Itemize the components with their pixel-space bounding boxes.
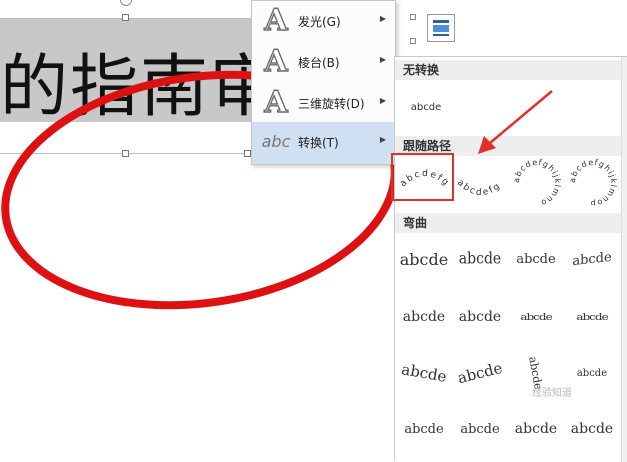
menu-item-bevel[interactable]: A 棱台(B) ▶ bbox=[252, 42, 395, 83]
svg-text:abcdefghijklmno: abcdefghijklmno bbox=[512, 158, 562, 205]
path-sample-icon: abcdefghijklmnop bbox=[568, 158, 618, 208]
warp-deflate[interactable]: abcde bbox=[565, 405, 619, 453]
red-arrow-annotation bbox=[478, 90, 553, 154]
abc-transform-icon: abc bbox=[261, 132, 291, 151]
warp-arch-up[interactable]: abcde bbox=[397, 349, 451, 397]
warp-sample-label: abcde bbox=[570, 421, 614, 437]
gallery-scrollbar[interactable] bbox=[621, 57, 627, 462]
path-button[interactable]: abcdefghijklmnop bbox=[565, 155, 619, 208]
warp-wave-1[interactable]: abcde bbox=[397, 405, 451, 453]
warp-plain[interactable]: abcde bbox=[397, 235, 451, 283]
warp-sample-label: abcde bbox=[404, 421, 444, 437]
section-no-transform: 无转换 bbox=[395, 60, 622, 80]
path-arch-down[interactable]: abcdefg bbox=[453, 157, 507, 205]
warp-sample-label: abcde bbox=[576, 311, 608, 323]
menu-item-glow[interactable]: A 发光(G) ▶ bbox=[252, 1, 395, 42]
menu-item-label: 三维旋转(D) bbox=[298, 97, 365, 111]
path-sample-icon: abcdefghijklmno bbox=[512, 158, 562, 208]
warp-sample-label: abcde bbox=[516, 251, 556, 267]
warp-button[interactable]: abcde bbox=[565, 349, 619, 397]
menu-item-label: 棱台(B) bbox=[298, 56, 340, 70]
warp-chevron-down[interactable]: abcde bbox=[453, 293, 507, 341]
warp-inflate[interactable]: abcde bbox=[509, 405, 563, 453]
warp-sample-label: abcde bbox=[400, 360, 448, 386]
menu-item-label: 发光(G) bbox=[298, 15, 341, 29]
warp-triangle-up[interactable]: abcde bbox=[509, 235, 563, 283]
text-effects-menu: A 发光(G) ▶ A 棱台(B) ▶ A 三维旋转(D) ▶ abc 转换(T… bbox=[251, 0, 396, 165]
warp-sample-label: abcde bbox=[402, 309, 446, 325]
warp-sample-label: abcde bbox=[514, 421, 558, 437]
submenu-arrow-icon: ▶ bbox=[379, 55, 386, 64]
warp-sample-label: abcde bbox=[399, 249, 449, 269]
svg-text:abcdefg: abcdefg bbox=[455, 178, 503, 198]
menu-item-3d-rotation[interactable]: A 三维旋转(D) ▶ bbox=[252, 83, 395, 124]
ribbon-square-2[interactable] bbox=[410, 38, 416, 44]
gallery-item-no-transform[interactable]: abcde bbox=[399, 83, 453, 131]
ribbon-square-1[interactable] bbox=[410, 14, 416, 20]
highlight-box-annotation bbox=[391, 153, 454, 201]
warp-wave-2[interactable]: abcde bbox=[453, 405, 507, 453]
warp-arch-down[interactable]: abcde bbox=[453, 349, 507, 397]
svg-text:abcdefghijklmnop: abcdefghijklmnop bbox=[568, 158, 618, 205]
section-warp: 弯曲 bbox=[395, 213, 622, 233]
text-wrap-icon bbox=[433, 20, 449, 36]
warp-chevron-up[interactable]: abcde bbox=[397, 293, 451, 341]
submenu-arrow-icon: ▶ bbox=[379, 14, 386, 23]
3d-rotation-icon: A bbox=[264, 85, 289, 120]
warp-stop[interactable]: abcde bbox=[453, 235, 507, 283]
warp-ring-inside[interactable]: abcde bbox=[509, 293, 563, 341]
gallery-item-label: abcde bbox=[410, 101, 442, 113]
warp-sample-label: abcde bbox=[572, 249, 612, 269]
glow-icon: A bbox=[264, 3, 289, 38]
menu-item-transform[interactable]: abc 转换(T) ▶ bbox=[252, 122, 395, 164]
submenu-arrow-icon: ▶ bbox=[379, 135, 386, 144]
bevel-icon: A bbox=[264, 44, 289, 79]
warp-sample-label: abcde bbox=[460, 421, 500, 437]
watermark: 经验知道 bbox=[532, 388, 572, 399]
warp-sample-label: abcde bbox=[458, 309, 502, 325]
warp-sample-label: abcde bbox=[455, 358, 505, 388]
warp-triangle-down[interactable]: abcde bbox=[565, 235, 619, 283]
menu-item-label: 转换(T) bbox=[298, 136, 339, 150]
warp-sample-label: abcde bbox=[458, 250, 502, 268]
warp-sample-label: abcde bbox=[520, 311, 552, 323]
text-wrap-button[interactable] bbox=[427, 14, 455, 42]
path-sample-icon: abcdefg bbox=[455, 178, 503, 198]
path-circle[interactable]: abcdefghijklmno bbox=[509, 155, 563, 208]
submenu-arrow-icon: ▶ bbox=[379, 96, 386, 105]
warp-sample-label: abcde bbox=[576, 367, 608, 379]
warp-ring-outside[interactable]: abcde bbox=[565, 293, 619, 341]
